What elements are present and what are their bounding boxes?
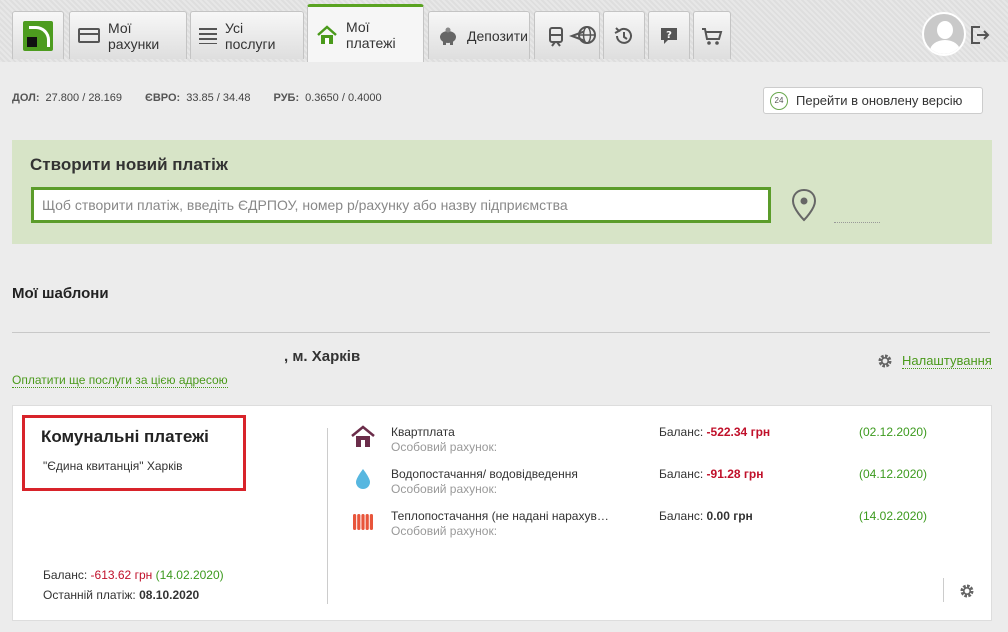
- tab-help[interactable]: ?: [648, 11, 690, 59]
- service-name: Теплопостачання (не надані нарахув…: [391, 509, 609, 523]
- service-name: Квартплата: [391, 425, 455, 439]
- location-pin-icon[interactable]: [790, 188, 818, 222]
- tab-history[interactable]: [603, 11, 645, 59]
- create-payment-panel: Створити новий платіж: [12, 140, 992, 244]
- help-icon: ?: [661, 27, 677, 44]
- service-balance-label: Баланс:: [659, 509, 704, 523]
- service-balance-label: Баланс:: [659, 467, 704, 481]
- service-account: Особовий рахунок:: [391, 524, 498, 538]
- service-row[interactable]: Квартплата Особовий рахунок: Баланс: -52…: [13, 425, 993, 465]
- address-title: , м. Харків: [284, 348, 361, 365]
- tab-label: Мої платежі: [346, 18, 396, 51]
- top-navigation: Мої рахунки Усі послуги Мої платежі Депо…: [0, 0, 1008, 62]
- tab-deposits[interactable]: Депозити: [428, 11, 530, 59]
- last-payment: Останній платіж: 08.10.2020: [43, 588, 199, 602]
- service-account: Особовий рахунок:: [391, 482, 498, 496]
- house-icon: [351, 425, 375, 447]
- new-version-label: Перейти в оновлену версію: [796, 93, 963, 108]
- settings-label: Налаштування: [902, 353, 992, 369]
- water-drop-icon: [356, 469, 370, 489]
- templates-title: Мої шаблони: [12, 285, 109, 302]
- tab-label: Мої рахунки: [108, 19, 160, 52]
- tab-label: Усі послуги: [225, 19, 276, 52]
- eur-rate: 33.85 / 34.48: [186, 92, 251, 104]
- payment-search-input[interactable]: [31, 187, 771, 223]
- radiator-icon: [353, 514, 373, 530]
- logout-icon[interactable]: [968, 24, 990, 46]
- balance-label: Баланс:: [43, 568, 88, 582]
- service-balance-value: -91.28 грн: [706, 467, 764, 481]
- exchange-rates: ДОЛ: 27.800 / 28.169 ЄВРО: 33.85 / 34.48 Р…: [12, 92, 402, 104]
- service-name: Водопостачання/ водовідведення: [391, 467, 578, 481]
- home-icon: [317, 24, 337, 44]
- usd-label: ДОЛ:: [12, 92, 40, 104]
- cart-icon: [702, 27, 723, 45]
- gear-icon: [878, 354, 892, 368]
- divider: [12, 332, 990, 333]
- svg-text:?: ?: [666, 30, 672, 41]
- service-balance: Баланс: -91.28 грн: [659, 467, 763, 481]
- dotted-link[interactable]: [834, 222, 880, 223]
- user-avatar[interactable]: [922, 12, 966, 56]
- service-balance-value: -522.34 грн: [706, 425, 771, 439]
- tab-my-payments[interactable]: Мої платежі: [307, 4, 424, 62]
- balance-value: -613.62 грн: [90, 568, 153, 582]
- privatbank-logo[interactable]: [12, 11, 64, 59]
- logo-icon: [23, 20, 53, 51]
- service-date: (04.12.2020): [859, 467, 928, 481]
- balance-date: (14.02.2020): [155, 568, 224, 582]
- last-payment-date: 08.10.2020: [139, 588, 200, 602]
- eur-label: ЄВРО:: [145, 92, 181, 104]
- piggy-bank-icon: [440, 27, 456, 45]
- list-icon: [199, 27, 217, 44]
- rub-label: РУБ:: [273, 92, 300, 104]
- tab-my-accounts[interactable]: Мої рахунки: [69, 11, 187, 59]
- history-icon: [614, 26, 632, 44]
- service-row[interactable]: Теплопостачання (не надані нарахув… Особ…: [13, 509, 993, 549]
- card-footer-divider: [943, 578, 944, 602]
- service-balance: Баланс: -522.34 грн: [659, 425, 770, 439]
- tab-all-services[interactable]: Усі послуги: [190, 11, 304, 59]
- tab-cart[interactable]: [693, 11, 731, 59]
- usd-rate: 27.800 / 28.169: [45, 92, 122, 104]
- pay-more-link[interactable]: Оплатити ще послуги за цією адресою: [12, 373, 228, 388]
- gear-icon[interactable]: [958, 582, 976, 600]
- service-date: (14.02.2020): [859, 509, 928, 523]
- service-balance-value: 0.00 грн: [706, 509, 753, 523]
- service-account: Особовий рахунок:: [391, 440, 498, 454]
- globe-icon: [578, 26, 596, 44]
- settings-link[interactable]: Налаштування: [876, 352, 992, 370]
- last-payment-label: Останній платіж:: [43, 588, 136, 602]
- card-balance: Баланс: -613.62 грн (14.02.2020): [43, 568, 224, 582]
- 24-badge-icon: 24: [770, 91, 788, 110]
- tab-label: Депозити: [467, 27, 528, 44]
- template-card: Комунальні платежі "Єдина квитанція" Хар…: [12, 405, 992, 621]
- create-payment-title: Створити новий платіж: [30, 155, 228, 174]
- new-version-button[interactable]: 24 Перейти в оновлену версію: [763, 87, 983, 114]
- tab-globe[interactable]: [569, 11, 605, 59]
- service-balance: Баланс: 0.00 грн: [659, 509, 753, 523]
- service-date: (02.12.2020): [859, 425, 928, 439]
- card-icon: [78, 28, 100, 43]
- service-row[interactable]: Водопостачання/ водовідведення Особовий …: [13, 467, 993, 507]
- service-balance-label: Баланс:: [659, 425, 704, 439]
- rub-rate: 0.3650 / 0.4000: [305, 92, 382, 104]
